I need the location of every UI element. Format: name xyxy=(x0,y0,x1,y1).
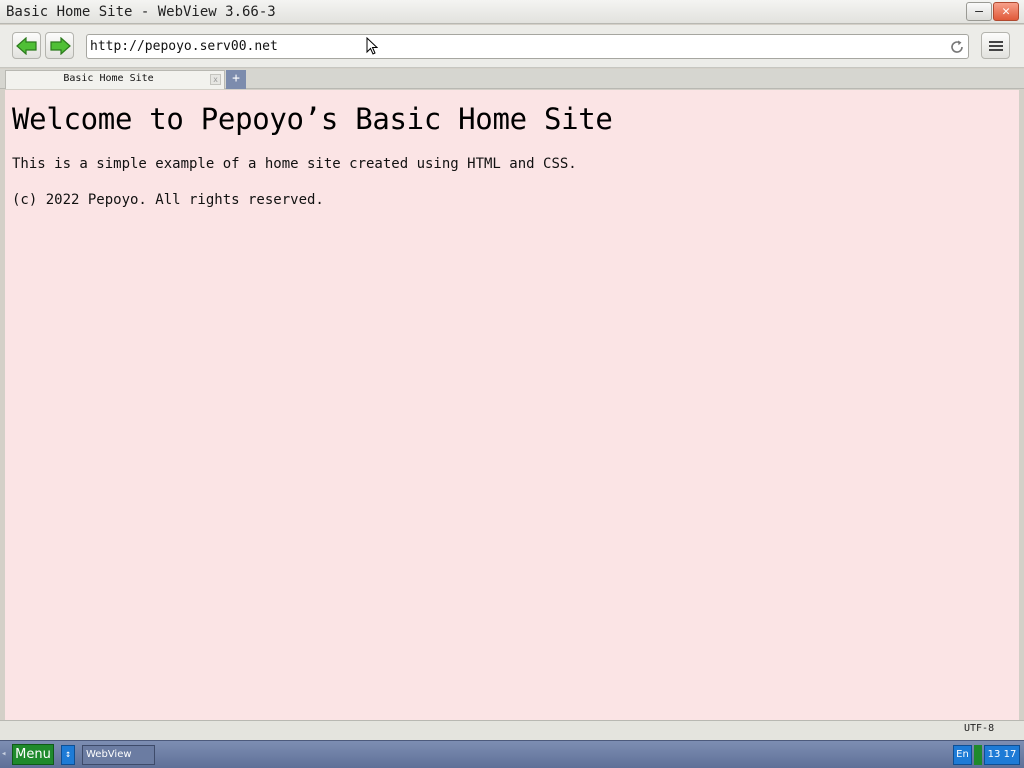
status-bar: UTF-8 xyxy=(0,720,1024,740)
page-content: Welcome to Pepoyo’s Basic Home Site This… xyxy=(5,90,1019,720)
hamburger-menu-icon xyxy=(989,45,1003,47)
tab-label: Basic Home Site xyxy=(63,73,154,84)
url-input[interactable] xyxy=(90,37,940,56)
page-heading: Welcome to Pepoyo’s Basic Home Site xyxy=(12,102,613,136)
tab-basic-home-site[interactable]: Basic Home Site x xyxy=(5,70,225,89)
address-bar[interactable] xyxy=(86,34,969,59)
encoding-label: UTF-8 xyxy=(964,723,995,734)
tab-strip: Basic Home Site x + xyxy=(0,69,1024,89)
window-switcher-icon[interactable]: ↕ xyxy=(61,745,75,765)
intro-text: This is a simple example of a home site … xyxy=(12,156,577,172)
back-button[interactable] xyxy=(12,32,41,59)
browser-menu-button[interactable] xyxy=(981,32,1010,59)
browser-toolbar xyxy=(0,25,1024,68)
hamburger-menu-icon xyxy=(989,49,1003,51)
reload-icon[interactable] xyxy=(949,39,965,55)
copyright-text: (c) 2022 Pepoyo. All rights reserved. xyxy=(12,192,324,208)
window-right-border xyxy=(1019,90,1024,720)
forward-button[interactable] xyxy=(45,32,74,59)
clock[interactable]: 13 17 xyxy=(984,745,1020,765)
mouse-cursor-icon xyxy=(366,36,379,59)
tab-close-icon[interactable]: x xyxy=(210,74,221,85)
window-title: Basic Home Site - WebView 3.66-3 xyxy=(6,4,276,20)
hamburger-menu-icon xyxy=(989,41,1003,43)
window-titlebar[interactable]: Basic Home Site - WebView 3.66-3 – ✕ xyxy=(0,0,1024,24)
start-menu-button[interactable]: Menu xyxy=(12,744,54,765)
taskbar: ◂ Menu ↕ WebView En 13 17 xyxy=(0,740,1024,768)
new-tab-button[interactable]: + xyxy=(226,70,246,89)
taskbar-item-webview[interactable]: WebView xyxy=(82,745,155,765)
minimize-button[interactable]: – xyxy=(966,2,992,21)
taskbar-left-arrow-icon[interactable]: ◂ xyxy=(1,749,6,759)
network-indicator[interactable] xyxy=(974,745,982,765)
close-button[interactable]: ✕ xyxy=(993,2,1019,21)
language-indicator[interactable]: En xyxy=(953,745,972,765)
